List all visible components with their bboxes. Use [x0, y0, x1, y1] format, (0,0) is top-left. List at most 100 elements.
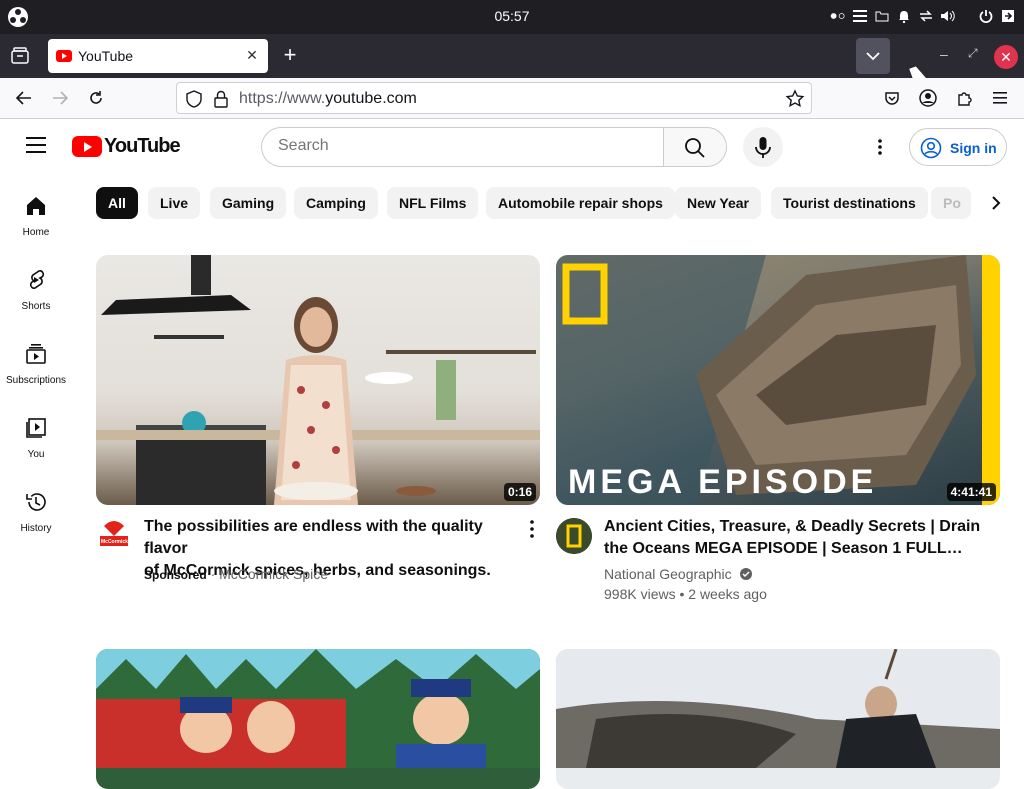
- search-button[interactable]: [663, 127, 727, 167]
- browser-nav-bar: https://www.youtube.com: [0, 78, 1024, 119]
- thumbnail-overlay-text: MEGA EPISODE: [568, 463, 878, 501]
- sidebar-label-you: You: [27, 449, 45, 460]
- window-close-icon[interactable]: ✕: [994, 45, 1018, 69]
- chip-tourist-destinations[interactable]: Tourist destinations: [771, 187, 928, 219]
- subscriptions-icon: [26, 344, 46, 364]
- chevron-down-icon: [866, 52, 880, 61]
- tab-title: YouTube: [78, 48, 134, 64]
- video-stats: 998K views • 2 weeks ago: [604, 586, 767, 602]
- url-text[interactable]: https://www.youtube.com: [239, 90, 417, 108]
- sidebar-label-subscriptions: Subscriptions: [5, 375, 67, 386]
- microphone-icon: [755, 137, 771, 158]
- video-duration: 4:41:41: [946, 483, 996, 501]
- video-thumbnail[interactable]: [96, 649, 540, 789]
- new-tab-button[interactable]: +: [280, 44, 300, 68]
- video-meta: Sponsored · McCormick Spice: [144, 564, 328, 585]
- chip-live[interactable]: Live: [148, 187, 201, 219]
- browser-tab-bar: YouTube ✕ + – ⤢: [0, 34, 1024, 78]
- reload-icon[interactable]: [86, 88, 106, 108]
- sidebar-item-subscriptions[interactable]: Subscriptions: [0, 323, 72, 397]
- history-icon: [26, 493, 46, 511]
- tab-close-icon[interactable]: ✕: [244, 47, 260, 63]
- chip-gaming[interactable]: Gaming: [210, 187, 287, 219]
- guide-menu-icon[interactable]: [26, 137, 46, 153]
- video-title[interactable]: Ancient Cities, Treasure, & Deadly Secre…: [604, 516, 984, 560]
- menu-lines-icon[interactable]: [852, 8, 868, 24]
- youtube-favicon-icon: [56, 50, 72, 62]
- sidebar-item-history[interactable]: History: [0, 471, 72, 545]
- tracking-shield-icon[interactable]: [185, 90, 203, 108]
- chip-new-year[interactable]: New Year: [675, 187, 762, 219]
- pocket-icon[interactable]: [882, 88, 902, 108]
- chip-truncated[interactable]: Po: [931, 187, 971, 219]
- snowy-ground-scene-illustration: [556, 649, 1000, 768]
- forward-arrow-icon[interactable]: [50, 88, 70, 108]
- more-actions-icon[interactable]: [522, 518, 542, 540]
- settings-more-icon[interactable]: [870, 137, 890, 157]
- system-top-bar: 05:57: [0, 0, 1024, 34]
- tray-spacer: [962, 8, 972, 24]
- shorts-icon: [29, 270, 45, 289]
- youtube-header: YouTube Sign in: [0, 119, 1024, 175]
- url-protocol: https://www.: [239, 90, 326, 107]
- video-thumbnail[interactable]: 0:16: [96, 255, 540, 505]
- back-arrow-icon[interactable]: [14, 88, 34, 108]
- sidebar-label-home: Home: [22, 227, 50, 238]
- workspace-indicator-icon[interactable]: [830, 8, 846, 24]
- sign-in-label: Sign in: [950, 140, 997, 156]
- chip-all[interactable]: All: [96, 187, 138, 219]
- video-title-line1: Ancient Cities, Treasure, & Deadly Secre…: [604, 518, 981, 535]
- exit-icon[interactable]: [1000, 8, 1016, 24]
- channel-name[interactable]: McCormick Spice: [219, 566, 328, 582]
- system-tray: [830, 8, 1016, 24]
- sidebar-label-history: History: [20, 523, 52, 534]
- url-bar[interactable]: https://www.youtube.com: [176, 82, 812, 114]
- search-box[interactable]: [261, 127, 664, 167]
- voice-search-button[interactable]: [743, 127, 783, 167]
- power-icon[interactable]: [978, 8, 994, 24]
- sidebar-item-shorts[interactable]: Shorts: [0, 249, 72, 323]
- verified-badge-icon: [739, 568, 752, 580]
- video-title-line2: the Oceans MEGA EPISODE | Season 1 FULL…: [604, 540, 963, 557]
- chip-camping[interactable]: Camping: [294, 187, 378, 219]
- extensions-icon[interactable]: [954, 88, 974, 108]
- video-duration: 0:16: [503, 483, 536, 501]
- chevron-right-icon[interactable]: [984, 191, 1008, 215]
- channel-name[interactable]: National Geographic: [604, 566, 732, 582]
- browser-tab-youtube[interactable]: YouTube ✕: [48, 39, 268, 73]
- window-minimize-icon[interactable]: –: [940, 46, 954, 66]
- network-icon[interactable]: [918, 8, 934, 24]
- video-thumbnail[interactable]: [556, 649, 1000, 789]
- folder-icon[interactable]: [874, 8, 890, 24]
- search-icon: [685, 138, 705, 158]
- chip-automobile-repair-shops[interactable]: Automobile repair shops: [486, 187, 675, 219]
- natgeo-logo-icon: [556, 518, 592, 554]
- list-all-tabs-button[interactable]: [856, 38, 890, 74]
- youtube-logo-icon[interactable]: [72, 136, 102, 157]
- chip-nfl-films[interactable]: NFL Films: [387, 187, 479, 219]
- url-domain: youtube.com: [325, 90, 417, 107]
- sign-in-button[interactable]: Sign in: [909, 128, 1007, 166]
- kitchen-scene-illustration: [96, 255, 540, 505]
- account-icon[interactable]: [918, 88, 938, 108]
- sidebar-item-home[interactable]: Home: [0, 175, 72, 249]
- mccormick-logo-icon: [100, 521, 128, 546]
- video-thumbnail[interactable]: MEGA EPISODE 4:41:41: [556, 255, 1000, 505]
- bookmark-star-icon[interactable]: [785, 89, 805, 109]
- firefox-view-icon[interactable]: [10, 46, 30, 66]
- channel-avatar[interactable]: [556, 518, 592, 554]
- volume-icon[interactable]: [940, 8, 956, 24]
- sponsored-badge: Sponsored: [144, 568, 207, 582]
- bell-icon[interactable]: [896, 8, 912, 24]
- app-menu-icon[interactable]: [990, 88, 1010, 108]
- user-circle-icon: [920, 137, 942, 159]
- search-input[interactable]: [278, 137, 648, 155]
- meta-separator: ·: [210, 566, 216, 582]
- youtube-logo-text[interactable]: YouTube: [104, 135, 181, 158]
- you-library-icon: [26, 418, 46, 438]
- sidebar-item-you[interactable]: You: [0, 397, 72, 471]
- lock-icon[interactable]: [213, 90, 229, 108]
- mccormick-wordmark: McCormick: [101, 539, 128, 545]
- channel-avatar[interactable]: McCormick: [96, 518, 132, 554]
- window-maximize-icon[interactable]: ⤢: [968, 46, 982, 66]
